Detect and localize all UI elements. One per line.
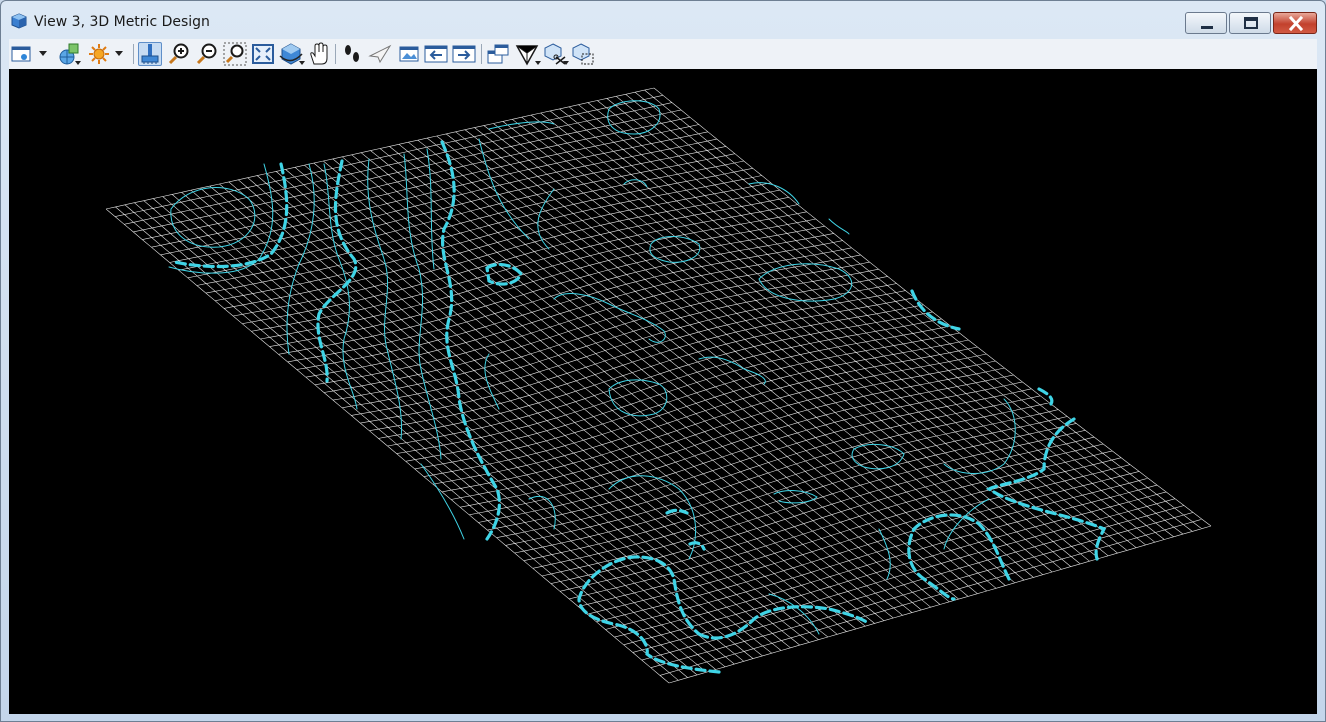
window-title: View 3, 3D Metric Design [34,14,210,30]
fly-button[interactable] [368,42,392,66]
major-contour [316,159,358,383]
minor-contour [420,463,465,540]
view-next-icon [452,45,476,63]
minimize-icon [1201,26,1213,29]
minimize-button[interactable] [1185,12,1227,34]
terrain-mesh [105,87,1212,684]
minor-contour [484,353,500,410]
minor-contour [323,163,358,410]
zoom-out-button[interactable] [195,42,219,66]
zoom-out-icon [196,43,217,65]
walk-icon [345,45,359,62]
clip-mask-icon [572,43,594,65]
copy-view-icon [487,44,509,64]
3d-viewport[interactable] [9,69,1317,714]
zoom-in-icon [168,43,189,65]
minor-contour [649,236,701,263]
minor-contour [608,475,697,560]
fly-icon [368,44,392,64]
update-view-button[interactable] [138,42,162,66]
view-attributes-icon [11,46,31,62]
minor-contour [773,490,818,504]
close-button[interactable] [1273,12,1317,34]
mesh-grid [105,87,1212,684]
view-attributes-button[interactable] [11,42,35,66]
close-icon [1288,15,1304,32]
view-toolbar [9,39,1317,70]
toolbar-separator [335,44,336,64]
chevron-down-icon[interactable] [39,51,47,57]
title-bar[interactable]: View 3, 3D Metric Design [1,1,1325,39]
minor-contour [528,495,556,530]
chevron-down-icon[interactable] [115,51,123,57]
view-lighting-icon [89,44,109,64]
chevron-down-icon [535,61,541,65]
view-window: View 3, 3D Metric Design [0,0,1326,722]
view-photo-button[interactable] [397,42,421,66]
pan-view-button[interactable] [307,42,331,66]
fit-view-button[interactable] [251,42,275,66]
window-area-icon [223,42,247,66]
view-previous-icon [424,45,448,63]
maximize-button[interactable] [1229,12,1271,34]
pan-view-icon [310,42,328,65]
zoom-in-button[interactable] [167,42,191,66]
update-view-icon [141,44,159,64]
maximize-icon [1244,17,1258,29]
window-area-button[interactable] [223,42,247,66]
minor-contour [170,187,256,248]
minor-contour [553,293,666,343]
view-previous-button[interactable] [424,42,448,66]
chevron-down-icon [563,61,569,65]
toolbar-separator [481,44,482,64]
view-photo-icon [399,46,419,62]
minor-contour [608,379,668,417]
fit-view-icon [252,44,274,64]
chevron-down-icon [299,61,305,65]
view-next-button[interactable] [452,42,476,66]
walk-button[interactable] [340,42,364,66]
chevron-down-icon [75,61,81,65]
view-lighting-button[interactable] [87,42,111,66]
toolbar-separator [133,44,134,64]
clip-mask-button[interactable] [571,42,595,66]
copy-view-button[interactable] [486,42,510,66]
view-cube-icon [11,13,27,29]
